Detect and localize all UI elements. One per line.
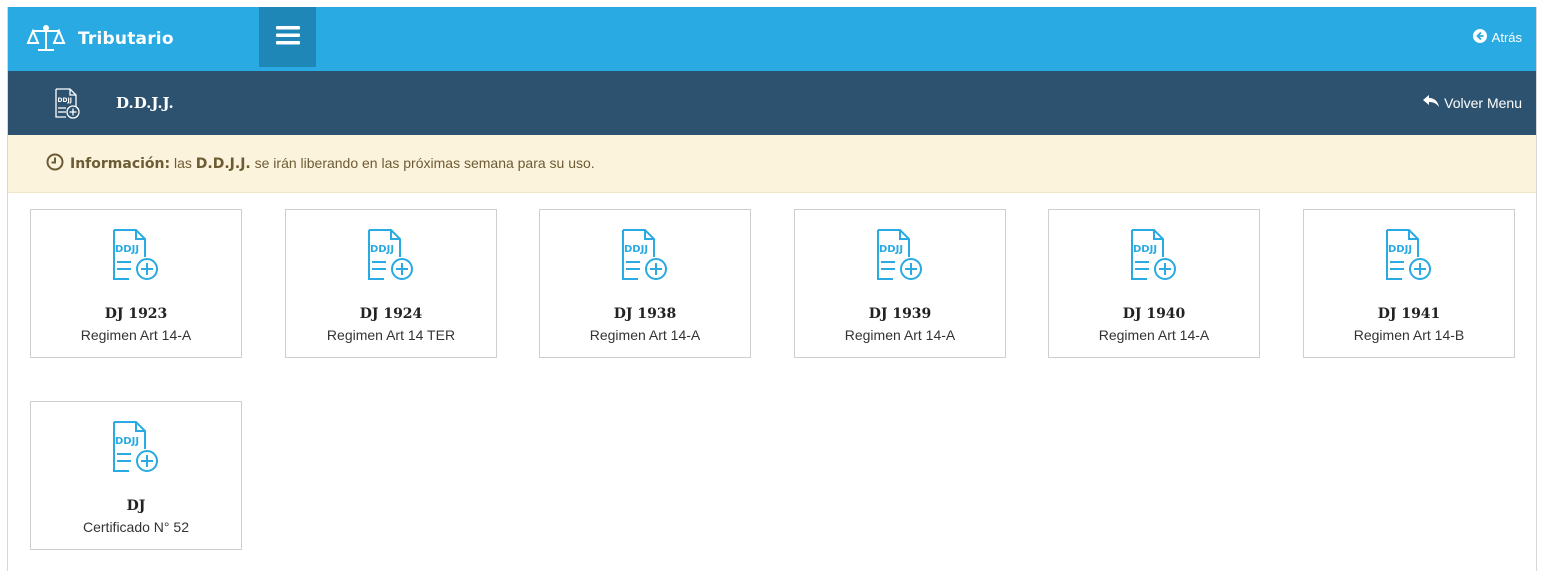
return-menu-label: Volver Menu [1444, 95, 1522, 111]
doc-icon-text: DDJJ [624, 244, 648, 255]
card-code: DJ 1924 [359, 306, 423, 322]
card-description: Regimen Art 14-A [589, 327, 701, 343]
back-label: Atrás [1491, 29, 1522, 45]
section-title: D.D.J.J. [116, 94, 174, 112]
doc-icon-text: DDJJ [115, 244, 139, 255]
app-title: Tributario [78, 29, 174, 49]
doc-icon-text: DDJJ [1133, 244, 1157, 255]
card-code: DJ 1940 [1122, 306, 1186, 322]
card-description: Regimen Art 14-A [80, 327, 192, 343]
card-code: DJ 1938 [613, 306, 677, 322]
doc-icon-text: DDJJ [1388, 244, 1412, 255]
info-label: Información: [70, 156, 171, 172]
menu-toggle-button[interactable] [259, 7, 316, 67]
ddjj-card-3[interactable]: DDJJ DJ 1938 Regimen Art 14-A [539, 209, 751, 358]
hamburger-menu-icon [275, 25, 300, 49]
ddjj-document-add-icon: DDJJ [107, 227, 167, 287]
info-text-before: las [170, 155, 196, 171]
card-description: Certificado N° 52 [83, 519, 189, 535]
return-menu-link[interactable]: Volver Menu [1423, 71, 1522, 135]
back-link[interactable]: Atrás [1472, 7, 1522, 67]
info-alert: Información: las D.D.J.J. se irán libera… [8, 135, 1536, 193]
card-description: Regimen Art 14-A [844, 327, 956, 343]
ddjj-document-add-icon: DDJJ [362, 227, 422, 287]
brand[interactable]: Tributario [26, 7, 174, 71]
doc-icon-text: DDJJ [370, 244, 394, 255]
info-text-after: se irán liberando en las próximas semana… [250, 155, 595, 171]
ddjj-card-4[interactable]: DDJJ DJ 1939 Regimen Art 14-A [794, 209, 1006, 358]
circle-arrow-left-icon [1472, 28, 1492, 46]
card-code: DJ [126, 498, 146, 514]
ddjj-document-add-icon: DDJJ [1380, 227, 1440, 287]
ddjj-card-7[interactable]: DDJJ DJ Certificado N° 52 [30, 401, 242, 550]
ddjj-card-6[interactable]: DDJJ DJ 1941 Regimen Art 14-B [1303, 209, 1515, 358]
section-header: DDJJ D.D.J.J. Volver Menu [8, 71, 1536, 135]
reply-arrow-icon [1423, 95, 1444, 111]
ddjj-card-1[interactable]: DDJJ DJ 1923 Regimen Art 14-A [30, 209, 242, 358]
ddjj-card-5[interactable]: DDJJ DJ 1940 Regimen Art 14-A [1048, 209, 1260, 358]
ddjj-document-add-icon: DDJJ [1125, 227, 1185, 287]
doc-icon-text: DDJJ [115, 436, 139, 447]
card-description: Regimen Art 14-A [1098, 327, 1210, 343]
ddjj-document-add-icon: DDJJ [616, 227, 676, 287]
doc-icon-text: DDJJ [879, 244, 903, 255]
scales-icon [26, 24, 66, 54]
card-code: DJ 1939 [868, 306, 932, 322]
ddjj-document-icon: DDJJ [52, 87, 90, 125]
ddjj-card-2[interactable]: DDJJ DJ 1924 Regimen Art 14 TER [285, 209, 497, 358]
card-description: Regimen Art 14-B [1353, 327, 1465, 343]
card-code: DJ 1923 [104, 306, 168, 322]
clock-icon [46, 153, 70, 174]
info-highlight: D.D.J.J. [195, 156, 251, 172]
top-navbar: Tributario Atrás [8, 7, 1536, 71]
app-frame: Tributario Atrás DDJJ D.D.J.J. Volver Me… [7, 7, 1537, 571]
card-code: DJ 1941 [1377, 306, 1441, 322]
ddjj-document-add-icon: DDJJ [871, 227, 931, 287]
doc-icon-text: DDJJ [58, 97, 72, 104]
card-description: Regimen Art 14 TER [326, 327, 456, 343]
ddjj-document-add-icon: DDJJ [107, 419, 167, 479]
